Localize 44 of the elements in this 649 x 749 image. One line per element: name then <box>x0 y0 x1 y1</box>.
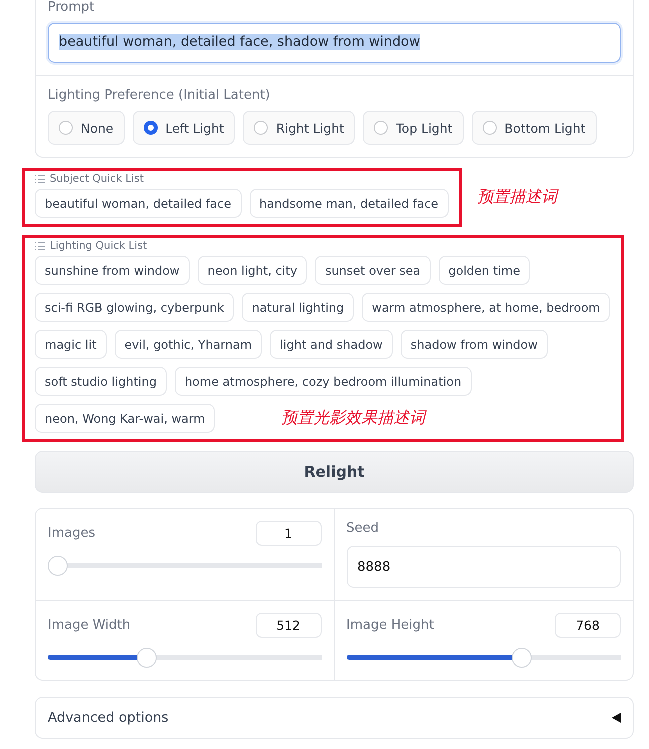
lighting-chip[interactable]: natural lighting <box>242 293 354 322</box>
list-title: Lighting Quick List <box>50 240 148 252</box>
number-input[interactable]: 768 <box>555 613 621 638</box>
list-icon <box>35 174 45 184</box>
prompt-input[interactable]: beautiful woman, detailed face, shadow from window <box>48 23 621 63</box>
lighting-chip[interactable]: golden time <box>438 256 530 285</box>
lighting-chip[interactable]: neon, Wong Kar-wai, warm <box>35 404 216 433</box>
lighting-chip[interactable]: evil, gothic, Yharnam <box>114 330 262 359</box>
advanced-options[interactable]: Advanced options <box>35 697 634 739</box>
lighting-chip[interactable]: home atmosphere, cozy bedroom illumination <box>174 367 472 396</box>
slider-thumb[interactable] <box>512 648 532 668</box>
list-title: Subject Quick List <box>50 173 144 185</box>
setting-label: Seed <box>346 521 380 536</box>
radio-option[interactable]: Left Light <box>132 111 236 145</box>
radio-option[interactable]: Bottom Light <box>472 111 597 145</box>
setting-label: Image Height <box>346 618 434 633</box>
radio-option[interactable]: None <box>48 111 125 145</box>
subject-chip[interactable]: beautiful woman, detailed face <box>35 189 242 218</box>
lighting-label: Lighting Preference (Initial Latent) <box>48 88 272 103</box>
lighting-chip[interactable]: shadow from window <box>400 330 548 359</box>
lighting-chip[interactable]: neon light, city <box>198 256 308 285</box>
radio-option[interactable]: Right Light <box>243 111 356 145</box>
number-input[interactable]: 1 <box>256 521 322 546</box>
prompt-label: Prompt <box>48 0 96 15</box>
list-icon <box>35 242 45 250</box>
setting-label: Images <box>48 526 96 541</box>
lighting-chip[interactable]: sunshine from window <box>35 256 190 285</box>
lighting-chip[interactable]: soft studio lighting <box>35 367 167 396</box>
lighting-chip[interactable]: sunset over sea <box>315 256 431 285</box>
subject-chip[interactable]: handsome man, detailed face <box>250 189 449 218</box>
relight-button[interactable]: Relight <box>35 451 634 493</box>
annotation-text: 预置描述词 <box>478 187 558 208</box>
lighting-chip[interactable]: warm atmosphere, at home, bedroom <box>362 293 610 322</box>
slider-thumb[interactable] <box>136 648 157 668</box>
seed-input[interactable]: 8888 <box>346 546 621 588</box>
caret-icon <box>612 713 621 723</box>
radio-option[interactable]: Top Light <box>363 111 464 145</box>
slider-thumb[interactable] <box>48 556 68 576</box>
setting-label: Image Width <box>48 618 131 633</box>
lighting-chip[interactable]: magic lit <box>35 330 107 359</box>
number-input[interactable]: 512 <box>256 613 322 638</box>
annotation-text: 预置光影效果描述词 <box>281 408 426 429</box>
lighting-chip[interactable]: light and shadow <box>270 330 393 359</box>
lighting-chip[interactable]: sci-fi RGB glowing, cyberpunk <box>35 293 234 322</box>
